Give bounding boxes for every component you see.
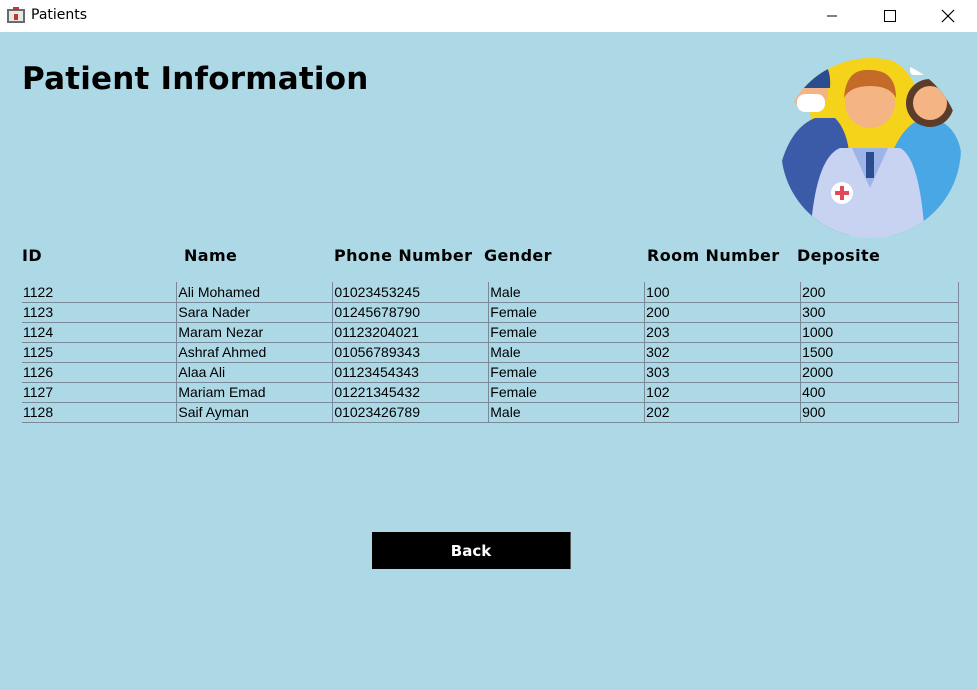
cell-id[interactable]: 1122 xyxy=(22,282,177,303)
maximize-button[interactable] xyxy=(861,0,919,32)
cell-deposite[interactable]: 1500 xyxy=(800,342,959,363)
cell-phone[interactable]: 01221345432 xyxy=(332,382,489,403)
table-row[interactable]: 1122 Ali Mohamed 01023453245 Male 100 200 xyxy=(22,282,959,303)
cell-deposite[interactable]: 1000 xyxy=(800,322,959,343)
cell-phone[interactable]: 01123204021 xyxy=(332,322,489,343)
cell-deposite[interactable]: 900 xyxy=(800,402,959,423)
patients-table[interactable]: 1122 Ali Mohamed 01023453245 Male 100 200 1123… xyxy=(22,282,959,423)
cell-phone[interactable]: 01023426789 xyxy=(332,402,489,423)
cell-room[interactable]: 303 xyxy=(644,362,801,383)
back-button[interactable]: Back xyxy=(372,532,571,569)
cell-gender[interactable]: Female xyxy=(488,322,645,343)
column-header-id: ID xyxy=(22,246,43,265)
cell-room[interactable]: 102 xyxy=(644,382,801,403)
cell-gender[interactable]: Female xyxy=(488,382,645,403)
minimize-button[interactable] xyxy=(803,0,861,32)
table-row[interactable]: 1126 Alaa Ali 01123454343 Female 303 2000 xyxy=(22,362,959,383)
cell-deposite[interactable]: 2000 xyxy=(800,362,959,383)
cell-id[interactable]: 1124 xyxy=(22,322,177,343)
close-button[interactable] xyxy=(919,0,977,32)
cell-id[interactable]: 1123 xyxy=(22,302,177,323)
table-row[interactable]: 1128 Saif Ayman 01023426789 Male 202 900 xyxy=(22,402,959,423)
page-title: Patient Information xyxy=(22,61,369,97)
cell-gender[interactable]: Male xyxy=(488,402,645,423)
table-row[interactable]: 1124 Maram Nezar 01123204021 Female 203 1000 xyxy=(22,322,959,343)
cell-phone[interactable]: 01056789343 xyxy=(332,342,489,363)
cell-phone[interactable]: 01023453245 xyxy=(332,282,489,303)
close-icon xyxy=(941,9,955,23)
cell-gender[interactable]: Male xyxy=(488,342,645,363)
cell-room[interactable]: 203 xyxy=(644,322,801,343)
column-header-gender: Gender xyxy=(484,246,552,265)
title-bar: Patients xyxy=(0,0,977,32)
cell-gender[interactable]: Female xyxy=(488,302,645,323)
cell-id[interactable]: 1126 xyxy=(22,362,177,383)
cell-room[interactable]: 202 xyxy=(644,402,801,423)
medical-staff-illustration xyxy=(781,58,961,238)
cell-phone[interactable]: 01123454343 xyxy=(332,362,489,383)
cell-name[interactable]: Saif Ayman xyxy=(176,402,333,423)
hospital-app-icon xyxy=(7,7,25,23)
cell-gender[interactable]: Female xyxy=(488,362,645,383)
cell-name[interactable]: Ashraf Ahmed xyxy=(176,342,333,363)
column-header-name: Name xyxy=(184,246,238,265)
column-header-phone: Phone Number xyxy=(334,246,473,265)
table-row[interactable]: 1125 Ashraf Ahmed 01056789343 Male 302 1500 xyxy=(22,342,959,363)
cell-id[interactable]: 1128 xyxy=(22,402,177,423)
cell-room[interactable]: 200 xyxy=(644,302,801,323)
cell-room[interactable]: 100 xyxy=(644,282,801,303)
table-row[interactable]: 1123 Sara Nader 01245678790 Female 200 300 xyxy=(22,302,959,323)
cell-deposite[interactable]: 400 xyxy=(800,382,959,403)
cell-name[interactable]: Maram Nezar xyxy=(176,322,333,343)
cell-name[interactable]: Ali Mohamed xyxy=(176,282,333,303)
window-title: Patients xyxy=(31,7,88,23)
cell-gender[interactable]: Male xyxy=(488,282,645,303)
minimize-icon xyxy=(827,15,837,17)
column-header-room: Room Number xyxy=(647,246,780,265)
cell-deposite[interactable]: 200 xyxy=(800,282,959,303)
cell-name[interactable]: Sara Nader xyxy=(176,302,333,323)
cell-room[interactable]: 302 xyxy=(644,342,801,363)
cell-name[interactable]: Mariam Emad xyxy=(176,382,333,403)
cell-id[interactable]: 1125 xyxy=(22,342,177,363)
cell-id[interactable]: 1127 xyxy=(22,382,177,403)
cell-name[interactable]: Alaa Ali xyxy=(176,362,333,383)
table-row[interactable]: 1127 Mariam Emad 01221345432 Female 102 400 xyxy=(22,382,959,403)
column-header-deposite: Deposite xyxy=(797,246,881,265)
cell-deposite[interactable]: 300 xyxy=(800,302,959,323)
maximize-icon xyxy=(884,10,896,22)
cell-phone[interactable]: 01245678790 xyxy=(332,302,489,323)
